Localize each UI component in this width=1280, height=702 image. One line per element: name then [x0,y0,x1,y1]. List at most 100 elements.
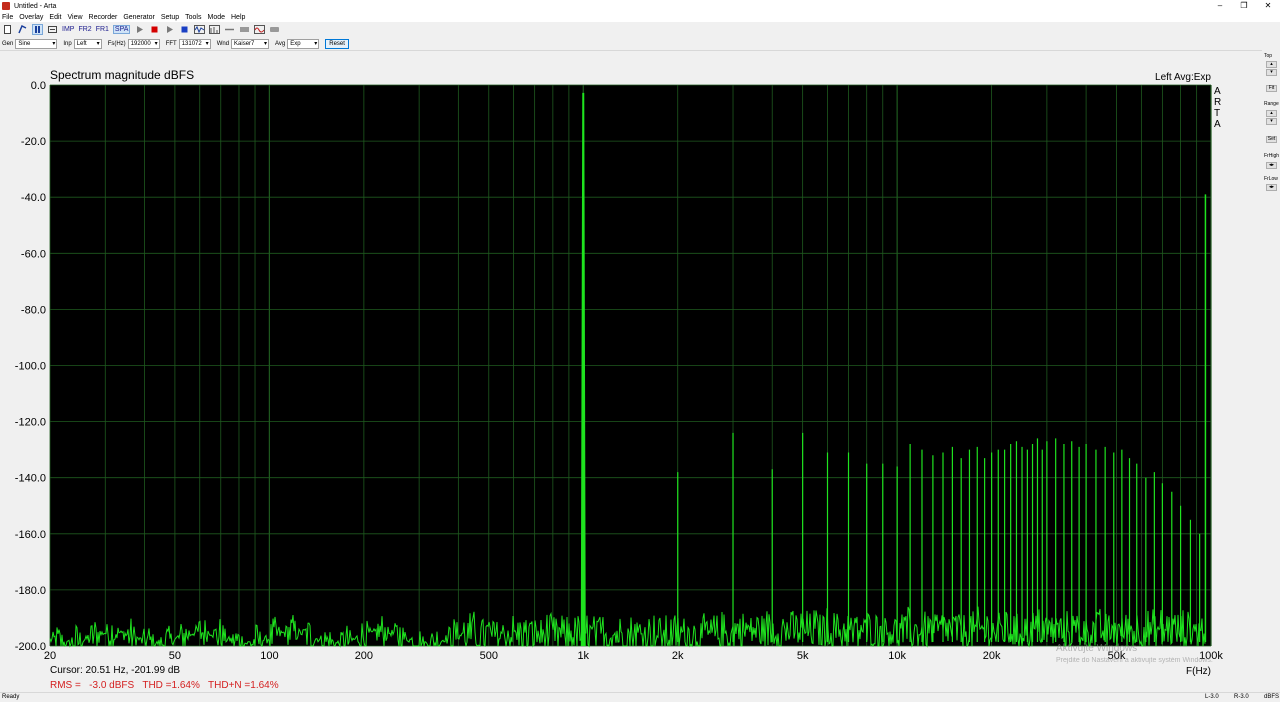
x-tick-label: 5k [797,650,809,662]
reset-button[interactable]: Reset [325,38,349,49]
x-tick-label: 10k [888,650,906,662]
avg-label: Avg [275,40,286,47]
range-up-button[interactable]: ▴ [1266,110,1277,117]
menu-generator[interactable]: Generator [123,14,155,21]
fr1-button[interactable]: FR1 [96,26,109,33]
play-generator-icon[interactable] [164,24,175,35]
y-tick-label: -200.0 [15,641,46,653]
frhigh-stepper[interactable]: ◂▸ [1266,162,1277,169]
fft-select[interactable]: 131072 [178,38,211,49]
wnd-select[interactable]: Kaiser7 [231,38,270,49]
menu-file[interactable]: File [2,14,13,21]
open-file-icon[interactable] [17,24,28,35]
range-down-button[interactable]: ▾ [1266,118,1277,125]
fft-label: FFT [165,40,177,47]
y-tick-label: 0.0 [31,80,46,92]
frhigh-label: FrHigh [1264,153,1280,159]
windows-watermark-text: Prejdite do Nastavení a aktivujte systém… [1056,657,1213,664]
y-tick-label: -140.0 [15,473,46,485]
y-tick-label: -180.0 [15,585,46,597]
range-label: Range [1264,101,1279,107]
waveform-icon[interactable] [194,24,206,35]
overlay-icon[interactable] [239,24,250,35]
spectrum-chart[interactable]: Spectrum magnitude dBFS Left Avg:Exp 0.0… [0,51,1260,692]
play-icon[interactable] [134,24,145,35]
windows-watermark-title: Aktivujte Windows [1056,643,1137,654]
minimize-button[interactable]: – [1208,0,1232,12]
top-down-button[interactable]: ▾ [1266,69,1277,76]
right-panel: Top ▴ ▾ Fit Range ▴ ▾ Set FrHigh ◂▸ FrLo… [1262,51,1280,692]
settings-icon[interactable] [269,24,280,35]
wnd-label: Wnd [216,40,230,47]
app-icon [2,2,10,10]
menu-setup[interactable]: Setup [161,14,179,21]
gen-label: Gen [2,40,14,47]
stop-generator-icon[interactable] [179,24,190,35]
y-tick-label: -120.0 [15,417,46,429]
spectrum-view-icon[interactable] [209,24,221,35]
menu-view[interactable]: View [67,14,82,21]
status-text: Ready [2,694,20,700]
maximize-button[interactable]: ❐ [1232,0,1256,12]
inp-select[interactable]: Left [73,38,102,49]
new-file-icon[interactable] [2,24,13,35]
arta-logo-t: T [1214,108,1220,119]
fs-label: Fs(Hz) [107,40,126,47]
top-label: Top [1264,53,1273,59]
control-bar: Gen Sine Inp Left Fs(Hz) 192000 FFT 1310… [0,37,1280,50]
x-tick-label: 200 [355,650,373,662]
close-button[interactable]: ✕ [1256,0,1280,12]
toolbar: IMP FR2 FR1 SPA [0,23,1280,36]
fr2-button[interactable]: FR2 [78,26,91,33]
monitor-icon[interactable] [47,24,58,35]
scope-icon[interactable] [254,24,266,35]
fs-select[interactable]: 192000 [127,38,160,49]
set-button[interactable]: Set [1266,136,1277,143]
arta-logo-a2: A [1214,119,1221,130]
channel-info: Left Avg:Exp [1155,72,1211,83]
status-bar: Ready L-3.0 R-3.0 dBFS [0,692,1280,702]
link-icon[interactable] [224,24,235,35]
menu-bar: File Overlay Edit View Recorder Generato… [0,12,1280,22]
status-unit: dBFS [1264,694,1280,700]
arta-logo-r: R [1214,97,1221,108]
record-mode-icon[interactable] [32,24,43,35]
spectrum-plot-area: Spectrum magnitude dBFS Left Avg:Exp 0.0… [0,51,1260,692]
x-tick-label: 50 [169,650,181,662]
imp-button[interactable]: IMP [62,26,74,33]
y-tick-label: -20.0 [21,136,46,148]
menu-tools[interactable]: Tools [185,14,201,21]
window-title: Untitled - Arta [14,2,57,10]
y-tick-label: -100.0 [15,361,46,373]
status-right-level: R-3.0 [1234,694,1249,700]
x-tick-label: 2k [672,650,684,662]
x-tick-label: 500 [480,650,498,662]
gen-select[interactable]: Sine [15,38,58,49]
cursor-readout: Cursor: 20.51 Hz, -201.99 dB [50,665,180,676]
y-tick-label: -60.0 [21,248,46,260]
menu-mode[interactable]: Mode [207,14,225,21]
avg-select[interactable]: Exp [287,38,320,49]
menu-edit[interactable]: Edit [49,14,61,21]
stop-icon[interactable] [149,24,160,35]
y-tick-label: -80.0 [21,304,46,316]
arta-logo-a: A [1214,86,1221,97]
stats-readout: RMS = -3.0 dBFS THD =1.64% THD+N =1.64% [50,680,279,691]
x-tick-label: 20 [44,650,56,662]
top-up-button[interactable]: ▴ [1266,61,1277,68]
y-tick-label: -160.0 [15,529,46,541]
x-axis-unit: F(Hz) [1186,666,1211,677]
x-tick-label: 100 [260,650,278,662]
inp-label: Inp [63,40,72,47]
frlow-label: FrLow [1264,176,1278,182]
spa-button[interactable]: SPA [112,25,131,34]
x-tick-label: 20k [983,650,1001,662]
menu-recorder[interactable]: Recorder [89,14,118,21]
y-tick-label: -40.0 [21,192,46,204]
fit-button[interactable]: Fit [1266,85,1277,92]
x-tick-label: 1k [577,650,589,662]
menu-help[interactable]: Help [231,14,245,21]
chart-title: Spectrum magnitude dBFS [50,68,194,82]
frlow-stepper[interactable]: ◂▸ [1266,184,1277,191]
menu-overlay[interactable]: Overlay [19,14,43,21]
